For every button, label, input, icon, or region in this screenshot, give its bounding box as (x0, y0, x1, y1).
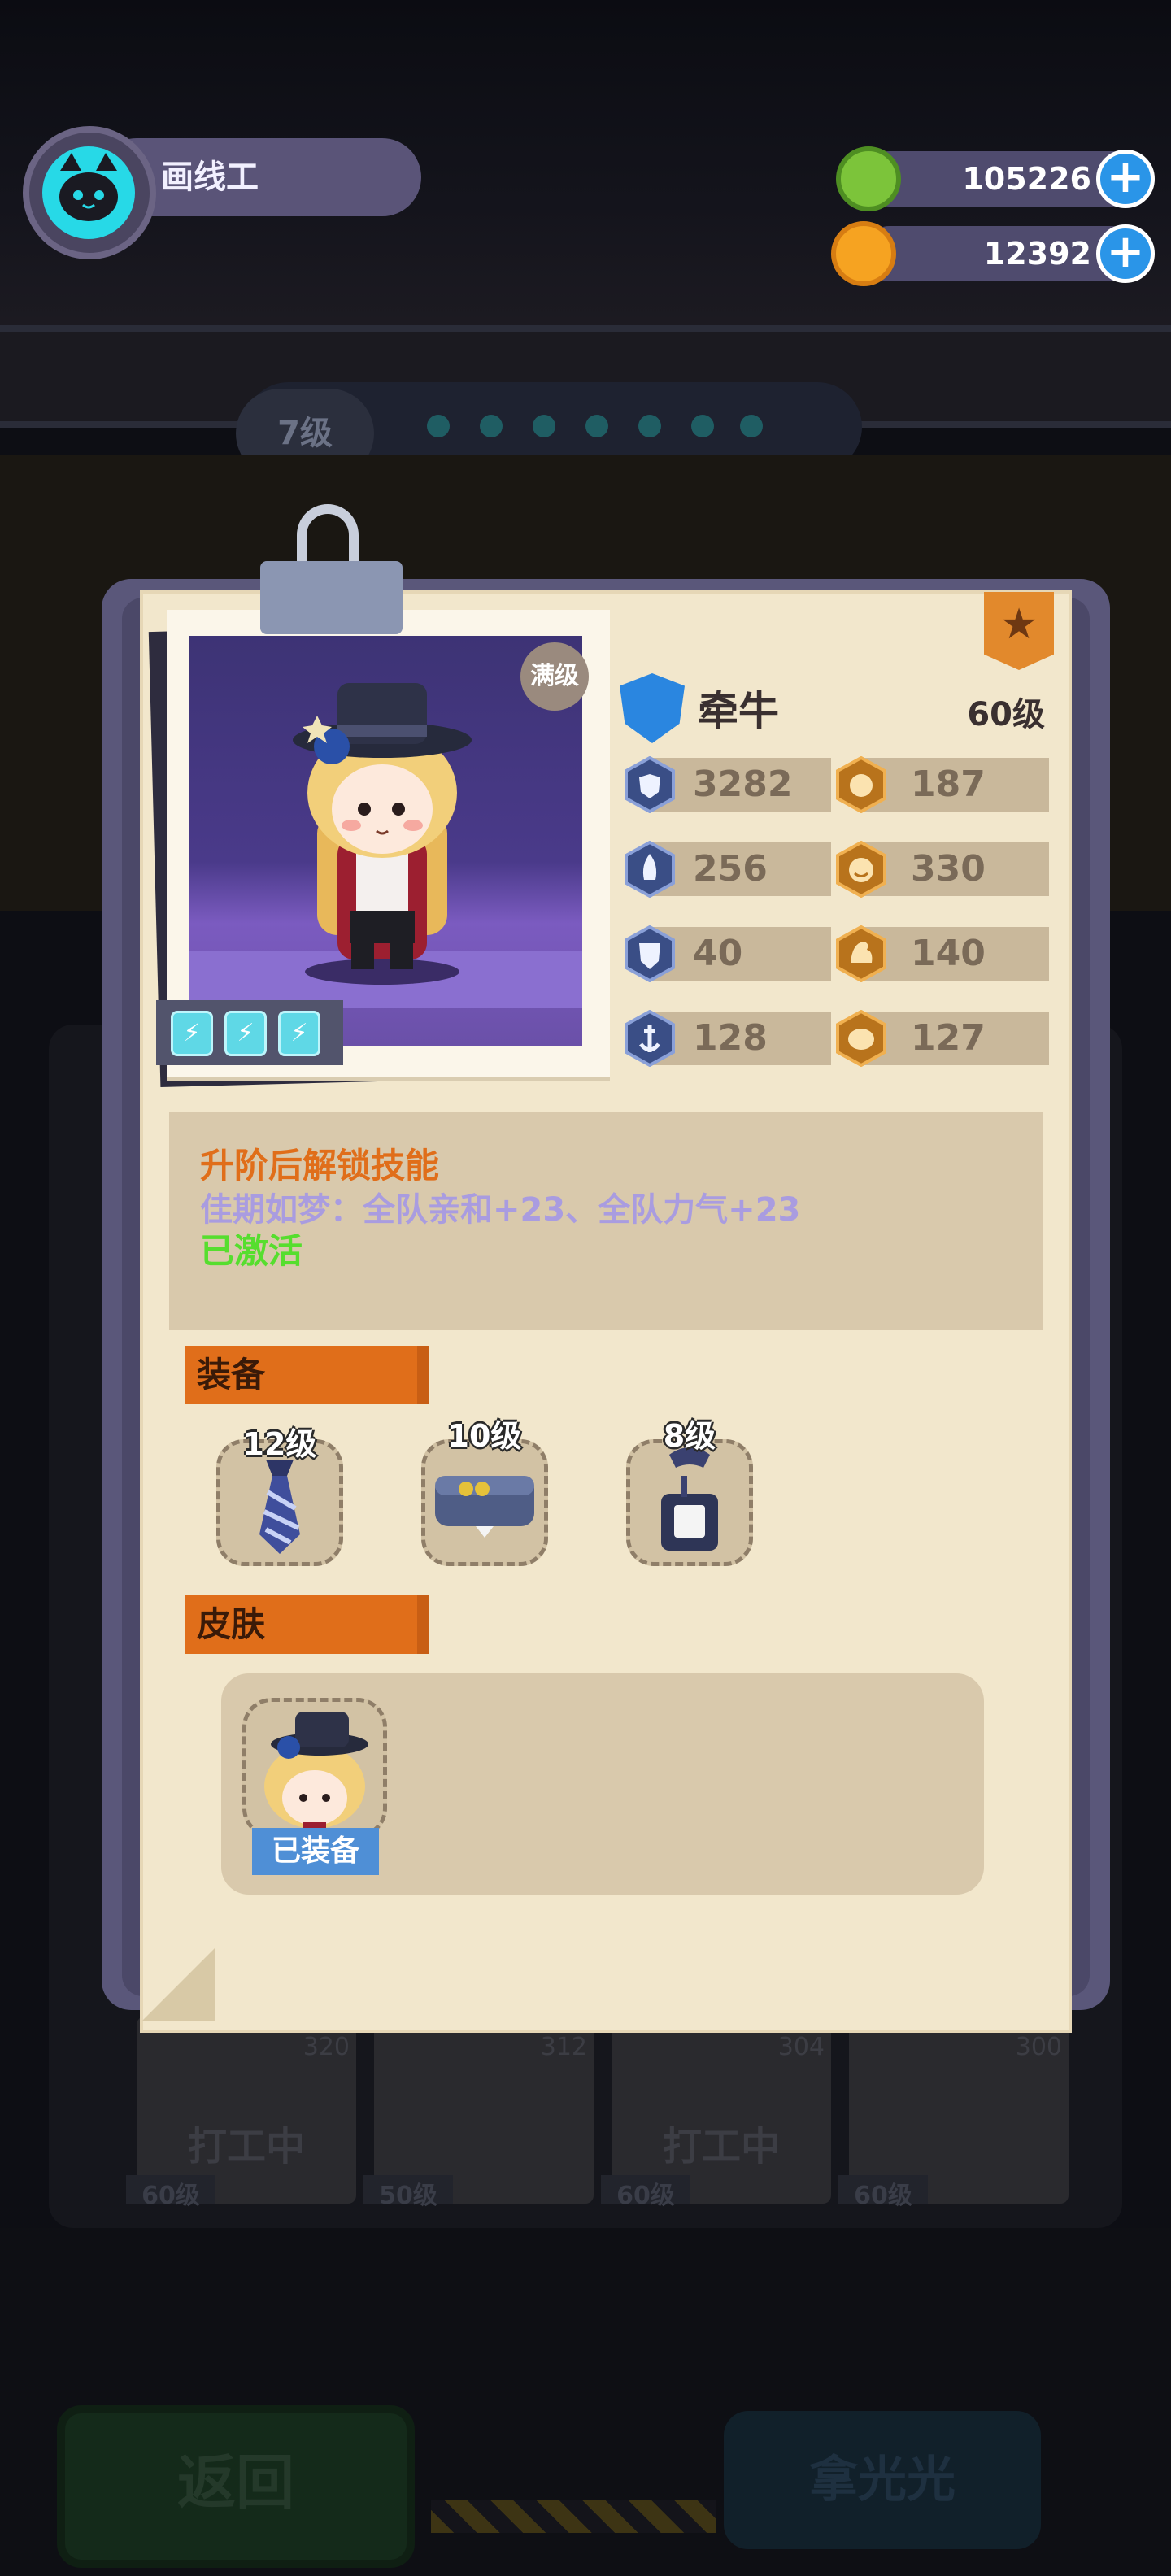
equipment-level: 10级 (447, 1418, 522, 1454)
equipment-section-label: 装备 (185, 1346, 429, 1404)
lightning-gem-icon: ⚡ (224, 1011, 267, 1056)
roster-number: 300 (1015, 2033, 1062, 2061)
binder-clip-icon (260, 561, 403, 634)
heart-shield-icon (623, 755, 677, 814)
progress-dot (638, 415, 661, 437)
paper-fold-corner (142, 1947, 215, 2021)
stat-value: 140 (911, 933, 986, 974)
roster-status: 打工中 (662, 2124, 780, 2169)
cat-avatar-icon (42, 146, 135, 239)
stat-value: 128 (693, 1017, 768, 1059)
roster-level: 50级 (363, 2175, 453, 2210)
equipment-level: 8级 (663, 1418, 716, 1454)
add-planet-coins-button[interactable]: + (1096, 224, 1155, 283)
roster-level: 60级 (126, 2175, 215, 2210)
lightning-gem-icon: ⚡ (171, 1011, 213, 1056)
character-level: 60级 (967, 696, 1045, 733)
smile-face-icon (834, 840, 888, 899)
star-icon: ★ (999, 600, 1038, 649)
skin-item[interactable] (242, 1698, 387, 1838)
progress-dot (586, 415, 608, 437)
progress-dot (533, 415, 555, 437)
pencil-case-icon (435, 1476, 534, 1538)
currency-value-planet: 12392 (983, 236, 1091, 272)
character-portrait[interactable] (260, 651, 504, 992)
roster-number: 312 (540, 2033, 587, 2061)
equipment-slot-pencil-case[interactable] (421, 1439, 548, 1566)
equipment-level: 12级 (242, 1426, 317, 1462)
skill-status: 已激活 (200, 1231, 303, 1271)
add-gems-button[interactable]: + (1096, 150, 1155, 208)
rocket-icon (623, 840, 677, 899)
equipment-slot-id-badge[interactable] (626, 1439, 753, 1566)
roster-number: 304 (777, 2033, 825, 2061)
roster-level: 60级 (838, 2175, 928, 2210)
green-gem-coin-icon (836, 146, 901, 211)
shield-icon (623, 925, 677, 983)
sparkle-fist-icon (834, 755, 888, 814)
player-name: 画线工 (161, 159, 259, 196)
stat-value: 40 (693, 933, 743, 974)
return-button[interactable]: 返回 (57, 2405, 415, 2568)
hazard-stripe (431, 2500, 716, 2533)
character-skin-icon (264, 1712, 368, 1834)
lightning-gem-icon: ⚡ (278, 1011, 320, 1056)
orange-planet-coin-icon (831, 221, 896, 286)
roster-level: 60级 (601, 2175, 690, 2210)
roster-status: 打工中 (187, 2124, 305, 2169)
character-name: 牵牛 (698, 688, 779, 735)
brain-icon (834, 1009, 888, 1068)
stat-value: 330 (911, 848, 986, 890)
stat-value: 187 (911, 764, 986, 805)
id-badge-icon (661, 1447, 718, 1551)
skin-equipped-badge: 已装备 (252, 1828, 379, 1875)
skill-title: 升阶后解锁技能 (200, 1146, 440, 1186)
progress-dot (427, 415, 450, 437)
stat-value: 127 (911, 1017, 986, 1059)
roster-number: 320 (303, 2033, 350, 2061)
skin-section-label: 皮肤 (185, 1595, 429, 1654)
stat-value: 256 (693, 848, 768, 890)
progress-dot (480, 415, 503, 437)
currency-value-gems: 105226 (962, 161, 1091, 197)
anchor-icon (623, 1009, 677, 1068)
stat-value: 3282 (693, 764, 793, 805)
collect-all-button[interactable]: 拿光光 (724, 2411, 1041, 2549)
muscle-arm-icon (834, 925, 888, 983)
max-level-badge: 满级 (520, 642, 589, 711)
progress-dot (740, 415, 763, 437)
progress-dot (691, 415, 714, 437)
